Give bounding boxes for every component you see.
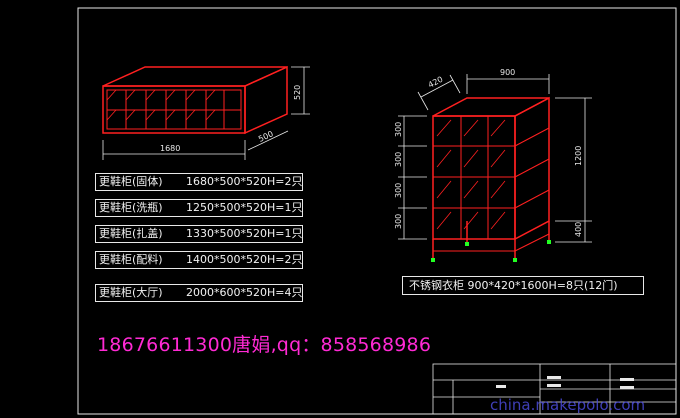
dim-wardrobe-height-label: 1200 [574, 146, 583, 166]
spec-row-4: 更鞋柜(配料) 1400*500*520H=2只 [95, 251, 303, 269]
dim-height-label: 520 [293, 85, 302, 100]
spec-size: 1330*500*520H=1只 [186, 227, 303, 240]
spec-name: 更鞋柜(固体) [99, 175, 163, 188]
dim-row-height-3: 300 [394, 183, 403, 198]
spec-name: 更鞋柜(洗瓶) [99, 201, 163, 214]
wardrobe-spec-label: 不锈钢衣柜 900*420*1600H=8只(12门) [402, 276, 644, 295]
dim-wardrobe-width-label: 900 [500, 68, 515, 77]
spec-row-2: 更鞋柜(洗瓶) 1250*500*520H=1只 [95, 199, 303, 217]
spec-name: 更鞋柜(配料) [99, 253, 163, 266]
dim-wardrobe-depth-label: 420 [427, 75, 445, 90]
spec-size: 1680*500*520H=2只 [186, 175, 303, 188]
contact-info: 18676611300唐娟,qq：858568986 [97, 334, 432, 356]
spec-size: 2000*600*520H=4只 [186, 286, 303, 299]
spec-name: 更鞋柜(大厅) [99, 286, 163, 299]
spec-name: 更鞋柜(扎盖) [99, 227, 163, 240]
shoe-cabinet-drawing [102, 65, 288, 135]
spec-row-3: 更鞋柜(扎盖) 1330*500*520H=1只 [95, 225, 303, 243]
wardrobe-dimensions [398, 74, 592, 243]
dim-wardrobe-leg-label: 400 [574, 222, 583, 237]
dim-row-height-1: 300 [394, 122, 403, 137]
dim-width-label: 1680 [160, 144, 180, 153]
title-block-marks [496, 376, 634, 389]
wardrobe-drawing [432, 96, 550, 260]
dim-row-height-4: 300 [394, 214, 403, 229]
spec-size: 1250*500*520H=1只 [186, 201, 303, 214]
spec-row-5: 更鞋柜(大厅) 2000*600*520H=4只 [95, 284, 303, 302]
watermark-text: china.makepolo.com [490, 396, 646, 414]
spec-size: 1400*500*520H=2只 [186, 253, 303, 266]
dim-row-height-2: 300 [394, 152, 403, 167]
spec-row-1: 更鞋柜(固体) 1680*500*520H=2只 [95, 173, 303, 191]
